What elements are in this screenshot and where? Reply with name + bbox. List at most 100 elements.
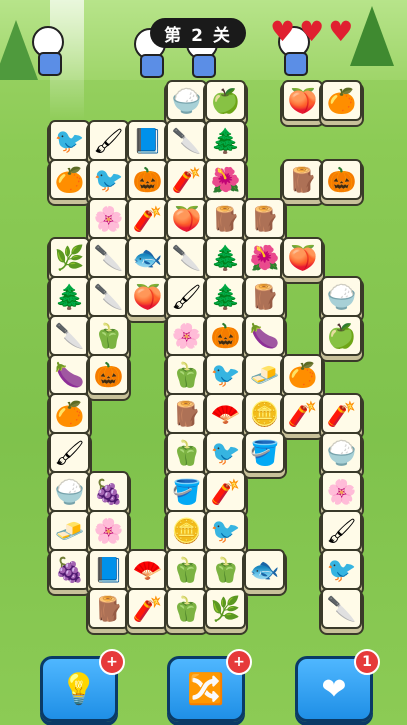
tile-magpie-bird[interactable]: 🐦	[321, 549, 362, 590]
tile-wooden-bucket[interactable]: 🪣	[244, 432, 285, 473]
tile-magpie-bird[interactable]: 🐦	[205, 510, 246, 551]
tile-pumpkin[interactable]: 🎃	[88, 354, 129, 395]
tile-rice-bowl[interactable]: 🍚	[49, 471, 90, 512]
tile-wooden-bucket[interactable]: 🪣	[166, 471, 207, 512]
tile-trowel[interactable]: 🔪	[49, 315, 90, 356]
hint-add-badge[interactable]: +	[99, 649, 125, 675]
tile-firecracker[interactable]: 🧨	[282, 393, 323, 434]
tile-orange[interactable]: 🍊	[49, 393, 90, 434]
revive-button[interactable]: ❤ 1	[295, 649, 380, 722]
tile-koi-fish[interactable]: 🐟	[244, 549, 285, 590]
tile-peach[interactable]: 🍑	[166, 198, 207, 239]
tile-hibiscus[interactable]: 🌺	[244, 237, 285, 278]
tile-trowel[interactable]: 🔪	[88, 276, 129, 317]
tile-brush[interactable]: 🖌	[88, 120, 129, 161]
tile-pumpkin[interactable]: 🎃	[205, 315, 246, 356]
tile-firecracker[interactable]: 🧨	[127, 588, 168, 629]
tile-firecracker[interactable]: 🧨	[205, 471, 246, 512]
shuffle-button[interactable]: 🔀 +	[167, 649, 252, 722]
tile-logs[interactable]: 🪵	[166, 393, 207, 434]
trowel-icon: 🔪	[326, 594, 357, 623]
tile-firecracker[interactable]: 🧨	[321, 393, 362, 434]
tile-pine-tree[interactable]: 🌲	[205, 237, 246, 278]
tile-pumpkin[interactable]: 🎃	[321, 159, 362, 200]
tile-brush[interactable]: 🖌	[321, 510, 362, 551]
tile-logs[interactable]: 🪵	[244, 276, 285, 317]
shuffle-add-badge[interactable]: +	[226, 649, 252, 675]
tile-orange[interactable]: 🍊	[49, 159, 90, 200]
tile-pine-tree[interactable]: 🌲	[205, 276, 246, 317]
magpie-bird-icon: 🐦	[326, 555, 357, 584]
tofu-icon: 🧈	[249, 360, 280, 389]
tile-green-pepper[interactable]: 🫑	[166, 354, 207, 395]
tile-trowel[interactable]: 🔪	[88, 237, 129, 278]
tile-peach[interactable]: 🍑	[127, 276, 168, 317]
tile-koi-fish[interactable]: 🐟	[127, 237, 168, 278]
eggplant-icon: 🍆	[249, 321, 280, 350]
tile-green-apple[interactable]: 🍏	[321, 315, 362, 356]
green-pepper-icon: 🫑	[171, 360, 202, 389]
tile-firecracker[interactable]: 🧨	[127, 198, 168, 239]
tile-brush[interactable]: 🖌	[49, 432, 90, 473]
tile-firecracker[interactable]: 🧨	[166, 159, 207, 200]
rice-bowl-icon: 🍚	[326, 438, 357, 467]
tile-rice-bowl[interactable]: 🍚	[321, 432, 362, 473]
tile-eggplant[interactable]: 🍆	[49, 354, 90, 395]
tile-tofu[interactable]: 🧈	[244, 354, 285, 395]
tile-green-pepper[interactable]: 🫑	[88, 315, 129, 356]
trowel-icon: 🔪	[93, 282, 124, 311]
tile-green-apple[interactable]: 🍏	[205, 80, 246, 121]
tile-pumpkin[interactable]: 🎃	[127, 159, 168, 200]
brush-icon: 🖌	[54, 438, 85, 467]
tile-green-pepper[interactable]: 🫑	[166, 432, 207, 473]
logs-icon: 🪵	[249, 282, 280, 311]
tile-magpie-bird[interactable]: 🐦	[49, 120, 90, 161]
tile-rice-bowl[interactable]: 🍚	[166, 80, 207, 121]
tile-gourd[interactable]: 🍇	[49, 549, 90, 590]
tile-magpie-bird[interactable]: 🐦	[205, 354, 246, 395]
tile-orange[interactable]: 🍊	[282, 354, 323, 395]
tile-lotus[interactable]: 🌸	[321, 471, 362, 512]
tile-peach[interactable]: 🍑	[282, 237, 323, 278]
tile-orange[interactable]: 🍊	[321, 80, 362, 121]
tile-gold-ingot[interactable]: 🪙	[244, 393, 285, 434]
firecracker-icon: 🧨	[210, 477, 241, 506]
tile-pine-tree[interactable]: 🌲	[49, 276, 90, 317]
brush-icon: 🖌	[93, 126, 124, 155]
tile-wood-blocks[interactable]: 🪵	[205, 198, 246, 239]
tile-green-pepper[interactable]: 🫑	[205, 549, 246, 590]
level-indicator: 第 2 关	[150, 18, 246, 48]
tile-magpie-bird[interactable]: 🐦	[205, 432, 246, 473]
tile-green-pepper[interactable]: 🫑	[166, 549, 207, 590]
tile-grass[interactable]: 🌿	[205, 588, 246, 629]
tile-trowel[interactable]: 🔪	[166, 237, 207, 278]
tile-lotus[interactable]: 🌸	[88, 510, 129, 551]
tile-rice-bowl[interactable]: 🍚	[321, 276, 362, 317]
tile-tofu[interactable]: 🧈	[49, 510, 90, 551]
tile-trowel[interactable]: 🔪	[166, 120, 207, 161]
hint-button[interactable]: 💡 +	[40, 649, 125, 722]
tile-brush[interactable]: 🖌	[166, 276, 207, 317]
tile-lotus[interactable]: 🌸	[166, 315, 207, 356]
tile-blue-book[interactable]: 📘	[88, 549, 129, 590]
tile-eggplant[interactable]: 🍆	[244, 315, 285, 356]
tile-peach[interactable]: 🍑	[282, 80, 323, 121]
tile-hibiscus[interactable]: 🌺	[205, 159, 246, 200]
orange-icon: 🍊	[54, 165, 85, 194]
tile-wood-blocks[interactable]: 🪵	[282, 159, 323, 200]
tile-lotus[interactable]: 🌸	[88, 198, 129, 239]
tile-folding-fan[interactable]: 🪭	[205, 393, 246, 434]
tile-gourd[interactable]: 🍇	[88, 471, 129, 512]
tile-trowel[interactable]: 🔪	[321, 588, 362, 629]
tile-blue-book[interactable]: 📘	[127, 120, 168, 161]
tile-wood-blocks[interactable]: 🪵	[244, 198, 285, 239]
tile-wood-blocks[interactable]: 🪵	[88, 588, 129, 629]
tile-folding-fan[interactable]: 🪭	[127, 549, 168, 590]
tile-pine-tree[interactable]: 🌲	[205, 120, 246, 161]
koi-fish-icon: 🐟	[132, 243, 163, 272]
tile-gold-ingot[interactable]: 🪙	[166, 510, 207, 551]
tile-magpie-bird[interactable]: 🐦	[88, 159, 129, 200]
tile-grass[interactable]: 🌿	[49, 237, 90, 278]
pumpkin-icon: 🎃	[210, 321, 241, 350]
tile-green-pepper[interactable]: 🫑	[166, 588, 207, 629]
